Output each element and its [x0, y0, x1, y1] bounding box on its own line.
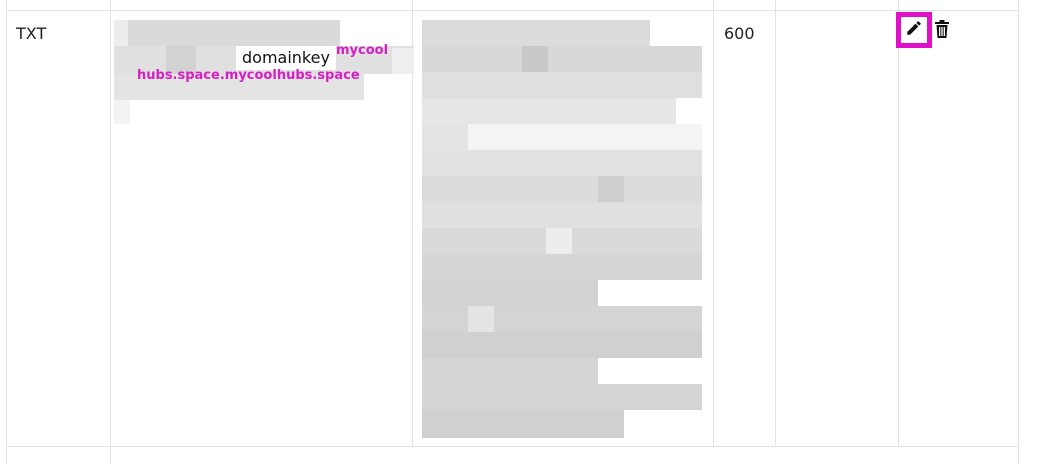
annotation-mycool: mycool	[336, 43, 389, 58]
table-row-top-border	[6, 10, 1019, 11]
record-name-domainkey: domainkey	[236, 46, 336, 70]
table-border-col1	[110, 0, 111, 464]
record-value-redacted	[422, 20, 702, 438]
table-border-col5	[898, 0, 899, 446]
table-border-right	[1018, 0, 1019, 464]
table-border-col4	[775, 0, 776, 446]
edit-record-button[interactable]	[896, 12, 932, 48]
delete-record-button[interactable]	[934, 20, 950, 42]
pencil-icon	[905, 19, 923, 41]
annotation-domain: hubs.space.mycoolhubs.space	[137, 68, 360, 83]
record-type: TXT	[16, 24, 47, 43]
table-border-left	[6, 0, 7, 464]
record-ttl: 600	[724, 24, 755, 43]
trash-icon	[935, 20, 949, 42]
table-border-col3	[713, 0, 714, 446]
table-row-bottom-border	[6, 446, 1019, 447]
